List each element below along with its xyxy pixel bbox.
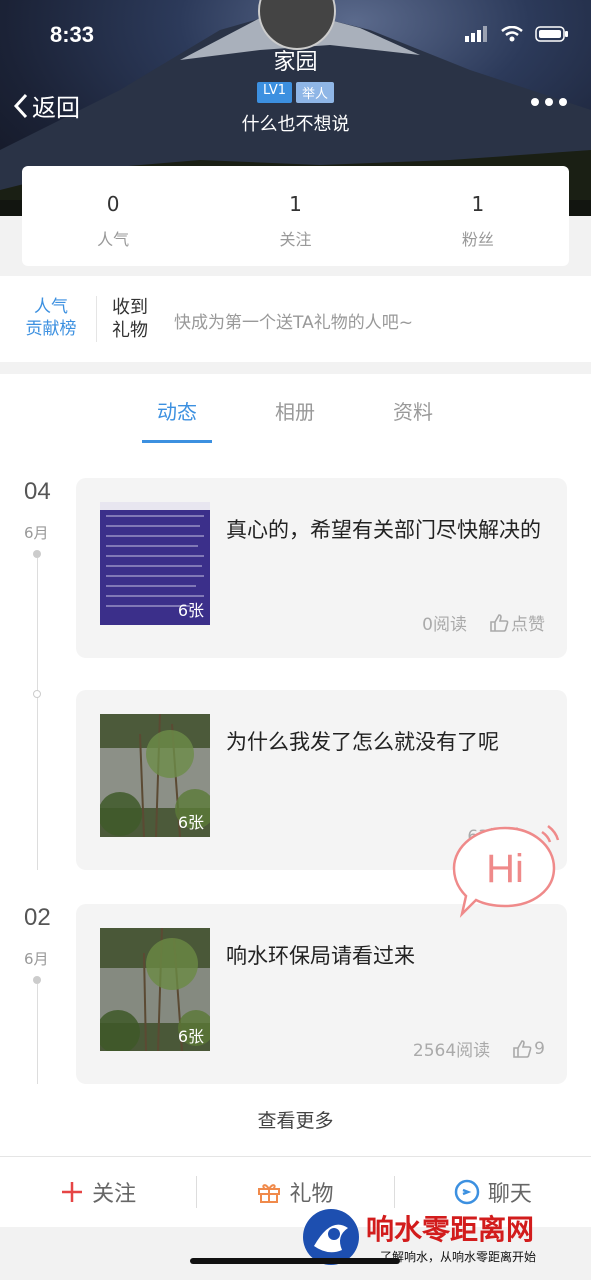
post-text: 真心的，希望有关部门尽快解决的: [226, 518, 541, 542]
view-more-link[interactable]: 查看更多: [0, 1106, 591, 1133]
stat-value: 1: [289, 192, 302, 216]
stat-value: 0: [106, 192, 120, 216]
contribution-rank-link[interactable]: 人气 贡献榜: [22, 296, 80, 340]
like-button[interactable]: 9: [512, 1039, 545, 1059]
received-line2: 礼物: [112, 320, 148, 341]
hi-label: Hi: [486, 847, 524, 891]
active-tab-indicator: [142, 440, 212, 443]
tab-posts[interactable]: 动态: [137, 396, 217, 425]
photo-count: 6张: [177, 1027, 204, 1046]
wifi-icon: [501, 26, 523, 42]
speech-bubble-icon: Hi: [452, 825, 560, 918]
level-badge: LV1: [257, 82, 292, 103]
stat-label: 粉丝: [461, 230, 494, 249]
stat-followers[interactable]: 1 粉丝: [387, 166, 569, 266]
date-day: 02: [24, 904, 51, 931]
post-thumbnail[interactable]: 6张: [100, 502, 210, 625]
plus-icon: [62, 1182, 83, 1202]
received-line1: 收到: [112, 297, 148, 318]
read-count: 2564阅读: [412, 1041, 491, 1061]
profile-tabs: 动态 相册 资料: [0, 374, 591, 447]
chat-icon: [454, 1179, 480, 1205]
post-card[interactable]: 6张 响水环保局请看过来 2564阅读 9: [76, 904, 567, 1084]
gift-hint: 快成为第一个送TA礼物的人吧~: [174, 313, 413, 333]
stat-value: 1: [471, 192, 485, 216]
stat-following[interactable]: 1 关注: [204, 166, 386, 266]
watermark-title: 响水零距离网: [366, 1213, 535, 1246]
tab-album[interactable]: 相册: [255, 396, 335, 425]
post-text: 响水环保局请看过来: [226, 944, 415, 968]
date-month: 6月: [24, 950, 49, 968]
like-button[interactable]: 点赞: [489, 610, 545, 635]
stat-popularity[interactable]: 0 人气: [22, 166, 204, 266]
read-count: 0阅读: [422, 615, 467, 635]
role-badge: 举人: [295, 82, 334, 103]
gift-icon: [258, 1184, 281, 1203]
post-thumbnail[interactable]: 6张: [100, 928, 210, 1051]
follow-button[interactable]: 关注: [0, 1157, 196, 1227]
date-day: 04: [24, 478, 51, 505]
rank-label-line2: 贡献榜: [25, 319, 77, 339]
signal-icon: [465, 26, 487, 42]
timeline-dot: [33, 550, 41, 558]
follow-label: 关注: [92, 1182, 137, 1207]
stat-label: 关注: [279, 230, 312, 249]
like-count: 9: [534, 1038, 545, 1059]
timeline-dot: [33, 690, 41, 698]
watermark-subtitle: 了解响水，从响水零距离开始: [380, 1250, 537, 1264]
received-gifts-label: 收到 礼物: [112, 296, 148, 342]
timeline-line: [37, 558, 38, 870]
user-signature: 什么也不想说: [241, 114, 350, 135]
battery-icon: [535, 26, 568, 42]
hi-chat-bubble-button[interactable]: Hi: [450, 822, 560, 918]
post-card[interactable]: 6张 真心的，希望有关部门尽快解决的 0阅读 点赞: [76, 478, 567, 658]
post-feed: 04 6月 02 6月 6张 真心的，希望有关部门尽快解决的 0阅读 点赞 6张…: [0, 446, 591, 1156]
stats-card: 0 人气 1 关注 1 粉丝: [22, 166, 569, 266]
tab-profile-info[interactable]: 资料: [373, 396, 453, 425]
photo-count: 6张: [177, 601, 204, 620]
stat-label: 人气: [97, 230, 130, 249]
home-indicator: [190, 1258, 400, 1264]
thumbs-up-icon: [490, 613, 509, 632]
post-thumbnail[interactable]: 6张: [100, 714, 210, 837]
gift-section: 人气 贡献榜 收到 礼物 快成为第一个送TA礼物的人吧~: [0, 276, 591, 362]
date-month: 6月: [24, 524, 49, 542]
timeline-dot: [33, 976, 41, 984]
post-text: 为什么我发了怎么就没有了呢: [226, 730, 499, 754]
timeline-line: [37, 984, 38, 1084]
rank-label-line1: 人气: [34, 297, 68, 317]
divider: [96, 296, 97, 342]
photo-count: 6张: [177, 813, 204, 832]
thumbs-up-icon: [513, 1039, 532, 1058]
like-count: 点赞: [511, 615, 545, 635]
page-title: 家园: [273, 50, 318, 75]
